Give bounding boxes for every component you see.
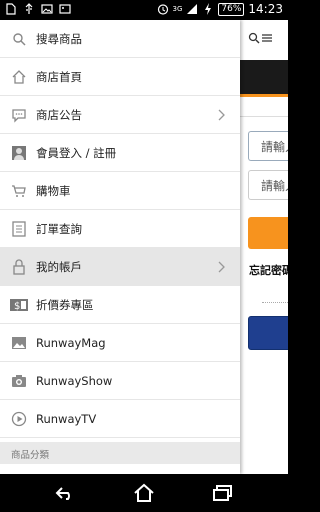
play-icon: [10, 410, 28, 428]
login-page: 請輸入 請輸入 忘記密碼: [240, 20, 288, 474]
chevron-right-icon: [214, 259, 228, 273]
forgot-password-link[interactable]: 忘記密碼: [249, 262, 288, 278]
drawer-item-orders[interactable]: 訂單查詢: [0, 210, 240, 248]
drawer-item-login[interactable]: 會員登入 / 註冊: [0, 134, 240, 172]
lock-icon: [10, 258, 28, 276]
category-list: [0, 464, 240, 474]
network-type: 3G: [172, 5, 183, 13]
password-field[interactable]: 請輸入: [248, 170, 288, 200]
battery-level: 76%: [218, 2, 245, 16]
social-login-button[interactable]: [248, 316, 288, 350]
app-content: 請輸入 請輸入 忘記密碼 搜尋商品 商店首頁 商店公告: [0, 20, 288, 474]
divider: [240, 116, 288, 117]
drawer-item-label: RunwayShow: [36, 373, 113, 388]
search-icon: [10, 30, 28, 48]
coupon-icon: $: [10, 296, 28, 314]
drawer-item-label: 商店公告: [36, 107, 82, 122]
alarm-icon: [157, 3, 169, 15]
home-icon: [134, 483, 154, 502]
account-field[interactable]: 請輸入: [248, 131, 288, 161]
drawer-item-announcements[interactable]: 商店公告: [0, 96, 240, 134]
header-banner: [240, 60, 288, 94]
image-icon: [59, 3, 71, 15]
menu-icon: [262, 34, 272, 42]
login-button[interactable]: [248, 217, 288, 249]
chevron-right-icon: [214, 107, 228, 121]
drawer-item-label: 我的帳戶: [36, 259, 82, 274]
search-menu-button[interactable]: [248, 30, 278, 46]
recent-apps-button[interactable]: [211, 482, 235, 504]
drawer-item-runwaytv[interactable]: RunwayTV: [0, 400, 240, 438]
home-button[interactable]: [132, 482, 156, 504]
drawer-item-label: 商店首頁: [36, 69, 82, 84]
image-icon: [10, 334, 28, 352]
drawer-item-label: 搜尋商品: [36, 31, 82, 46]
chat-icon: [10, 106, 28, 124]
back-icon: [55, 487, 70, 500]
recent-apps-icon: [213, 485, 232, 501]
drawer-item-runwaymag[interactable]: RunwayMag: [0, 324, 240, 362]
navigation-drawer: 搜尋商品 商店首頁 商店公告 會員登入 / 註冊 購物車 訂單查詢 我的帳戶 $…: [0, 20, 240, 474]
cart-icon: [10, 182, 28, 200]
file-icon: [5, 3, 17, 15]
dotted-divider: [262, 302, 288, 303]
camera-icon: [10, 372, 28, 390]
status-notifications: [5, 3, 71, 15]
list-icon: [10, 220, 28, 238]
usb-icon: [23, 3, 35, 15]
drawer-item-cart[interactable]: 購物車: [0, 172, 240, 210]
drawer-item-coupons[interactable]: $ 折價券專區: [0, 286, 240, 324]
drawer-item-label: 會員登入 / 註冊: [36, 145, 117, 160]
gallery-icon: [41, 3, 53, 15]
drawer-item-home[interactable]: 商店首頁: [0, 58, 240, 96]
drawer-item-label: RunwayMag: [36, 335, 106, 350]
back-button[interactable]: [53, 482, 77, 504]
accent-line: [240, 94, 288, 97]
user-icon: [10, 144, 28, 162]
drawer-item-runwayshow[interactable]: RunwayShow: [0, 362, 240, 400]
section-header-categories: 商品分類: [0, 442, 240, 464]
status-system: 3G 76% 14:23: [157, 2, 283, 16]
clock: 14:23: [248, 2, 283, 16]
drawer-item-label: 折價券專區: [36, 297, 94, 312]
drawer-item-label: 訂單查詢: [36, 221, 82, 236]
home-icon: [10, 68, 28, 86]
signal-icon: [186, 3, 198, 15]
status-bar: 3G 76% 14:23: [0, 0, 288, 20]
section-label: 商品分類: [11, 450, 50, 461]
drawer-item-label: 購物車: [36, 183, 71, 198]
charging-icon: [202, 3, 214, 15]
drawer-item-account[interactable]: 我的帳戶: [0, 248, 240, 286]
drawer-item-label: RunwayTV: [36, 411, 97, 426]
app-toolbar: [240, 20, 288, 60]
system-navigation-bar: [0, 474, 288, 512]
drawer-item-search[interactable]: 搜尋商品: [0, 20, 240, 58]
search-icon: [248, 32, 260, 44]
svg-text:$: $: [14, 301, 20, 312]
